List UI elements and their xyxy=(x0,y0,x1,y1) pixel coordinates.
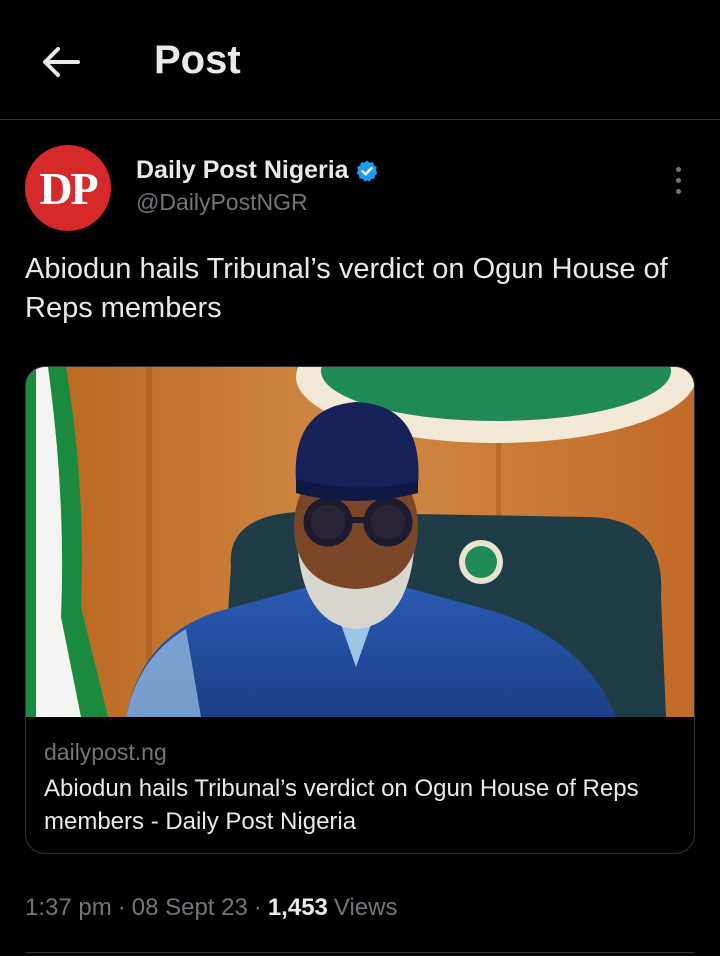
meta-separator: · xyxy=(117,894,126,921)
post-date[interactable]: 08 Sept 23 xyxy=(132,894,248,922)
back-button[interactable] xyxy=(34,36,86,88)
arrow-left-icon xyxy=(43,47,80,77)
author-handle[interactable]: @DailyPostNGR xyxy=(136,189,308,216)
author-avatar[interactable]: DP xyxy=(25,145,111,231)
card-photo-illustration xyxy=(26,367,694,717)
post-meta: 1:37 pm · 08 Sept 23 · 1,453 Views xyxy=(25,894,397,922)
verified-badge-icon xyxy=(356,160,378,182)
card-domain: dailypost.ng xyxy=(44,739,167,765)
top-app-bar: Post xyxy=(0,0,720,120)
more-options-button[interactable] xyxy=(662,160,694,200)
more-dot-icon xyxy=(675,188,681,194)
card-image xyxy=(26,367,694,717)
views-label: Views xyxy=(333,894,398,921)
post-text: Abiodun hails Tribunal’s verdict on Ogun… xyxy=(25,253,668,324)
divider xyxy=(25,952,695,953)
more-dot-icon xyxy=(675,166,681,172)
author-name-row[interactable]: Daily Post Nigeria xyxy=(136,156,379,185)
meta-separator: · xyxy=(253,894,262,921)
page-title: Post xyxy=(154,38,241,82)
avatar-logo-text: DP xyxy=(39,162,98,214)
link-preview-card[interactable]: dailypost.ng Abiodun hails Tribunal’s ve… xyxy=(25,366,695,854)
more-dot-icon xyxy=(675,177,681,183)
author-name: Daily Post Nigeria xyxy=(136,156,349,184)
post-time[interactable]: 1:37 pm xyxy=(25,894,112,922)
card-title: Abiodun hails Tribunal’s verdict on Ogun… xyxy=(44,775,639,835)
views-count: 1,453 xyxy=(267,894,328,921)
